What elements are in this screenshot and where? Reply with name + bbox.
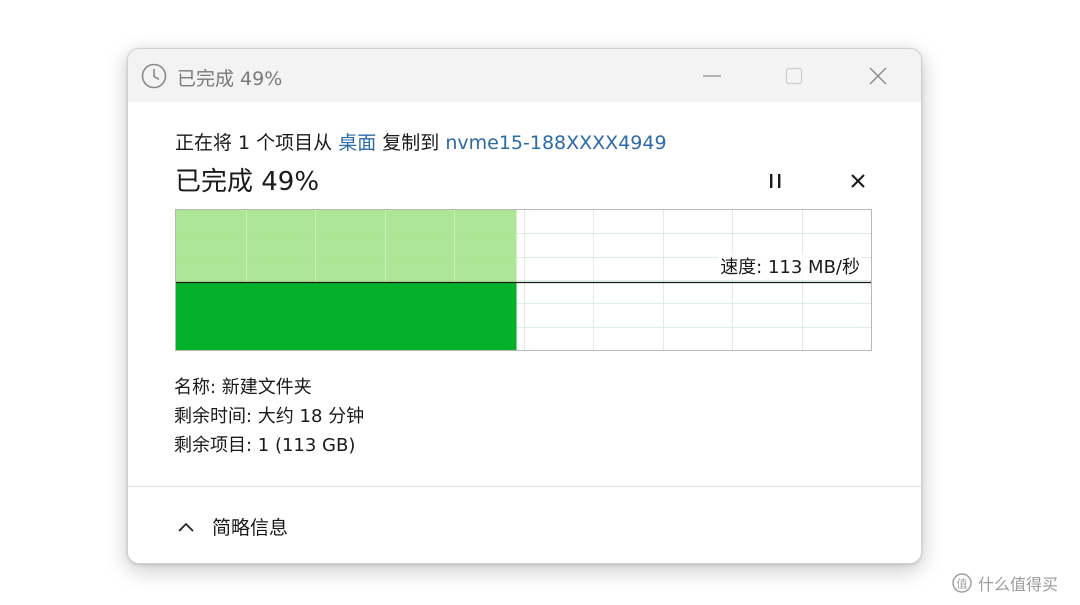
details-panel: 名称: 新建文件夹 剩余时间: 大约 18 分钟 剩余项目: 1 (113 GB…	[174, 373, 364, 460]
close-button[interactable]	[838, 49, 918, 102]
watermark-logo-icon: 值	[952, 573, 972, 593]
close-icon	[869, 67, 887, 84]
minimize-button[interactable]	[672, 49, 752, 102]
watermark: 值 什么值得买	[952, 571, 1058, 595]
watermark-text: 什么值得买	[978, 575, 1059, 594]
maximize-icon	[785, 67, 803, 84]
description-prefix: 正在将 1 个项目从	[175, 132, 333, 154]
speed-graph: 速度: 113 MB/秒	[175, 209, 872, 351]
copy-progress-dialog: 已完成 49% 正在将 1 个项目从 桌面 复制到 nvme15-188XXXX…	[127, 48, 922, 564]
svg-text:值: 值	[957, 578, 968, 591]
title-bar[interactable]: 已完成 49%	[128, 49, 921, 102]
chevron-up-icon	[178, 522, 194, 532]
cancel-icon	[851, 174, 865, 188]
time-remaining: 剩余时间: 大约 18 分钟	[174, 406, 365, 427]
pause-icon	[770, 174, 781, 188]
pause-button[interactable]	[766, 172, 786, 190]
fewer-details-toggle[interactable]: 简略信息	[178, 513, 288, 540]
destination-link[interactable]: nvme15-188XXXX4949	[445, 132, 666, 154]
items-remaining: 剩余项目: 1 (113 GB)	[174, 435, 356, 456]
progress-fill-speed	[176, 282, 517, 350]
cancel-button[interactable]	[849, 172, 867, 190]
fewer-details-label: 简略信息	[212, 517, 289, 539]
percent-complete: 已完成 49%	[175, 167, 320, 197]
item-name: 名称: 新建文件夹	[174, 377, 312, 398]
copy-description: 正在将 1 个项目从 桌面 复制到 nvme15-188XXXX4949	[175, 128, 667, 155]
speed-label: 速度: 113 MB/秒	[718, 253, 862, 279]
maximize-button[interactable]	[754, 49, 834, 102]
speed-graph-canvas	[176, 210, 871, 350]
window-title: 已完成 49%	[177, 68, 283, 90]
dialog-footer: 简略信息	[128, 486, 921, 563]
description-middle: 复制到	[382, 132, 440, 154]
source-link[interactable]: 桌面	[338, 132, 376, 154]
clock-icon	[141, 63, 167, 89]
minimize-icon	[703, 74, 721, 77]
progress-fill-light	[176, 210, 517, 282]
